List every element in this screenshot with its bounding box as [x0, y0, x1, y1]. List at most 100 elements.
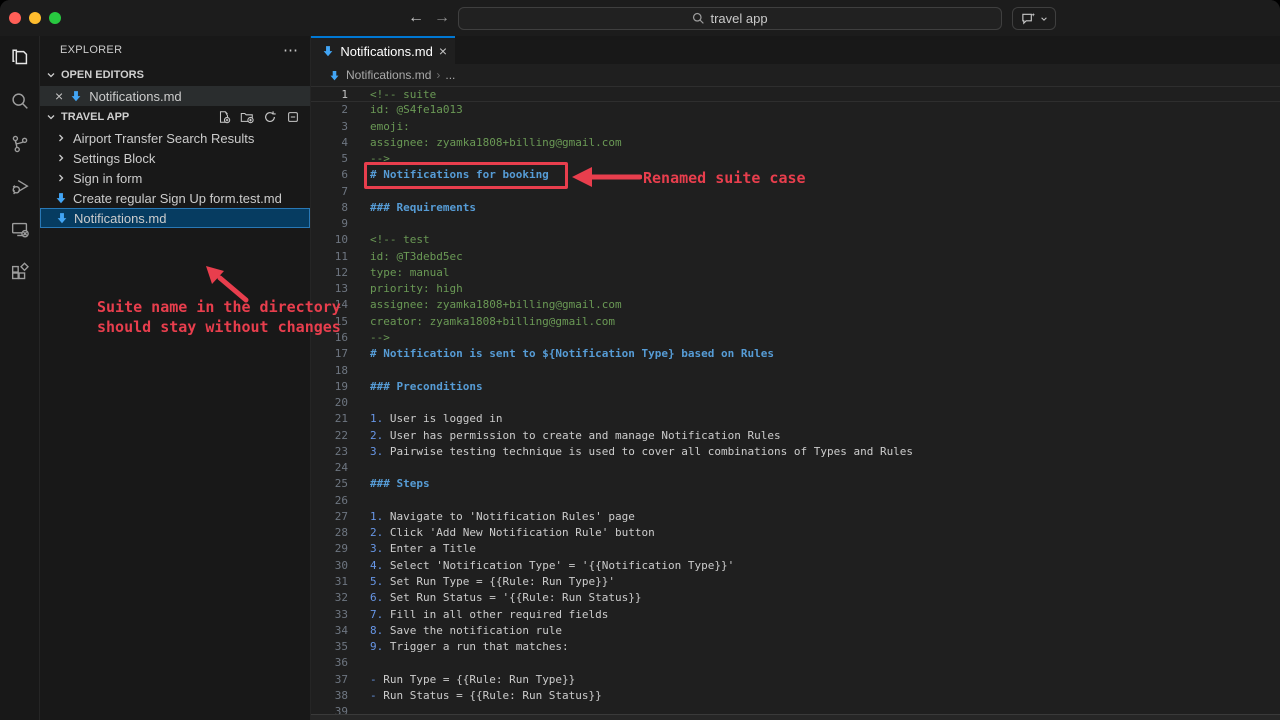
code-line-25[interactable]: 25### Steps	[311, 476, 1280, 492]
code-line-24[interactable]: 24	[311, 460, 1280, 476]
code-line-27[interactable]: 271. Navigate to 'Notification Rules' pa…	[311, 509, 1280, 525]
code-line-text: <!-- test	[370, 232, 430, 248]
code-line-23[interactable]: 233. Pairwise testing technique is used …	[311, 444, 1280, 460]
code-line-16[interactable]: 16-->	[311, 330, 1280, 346]
code-line-38[interactable]: 38- Run Status = {{Rule: Run Status}}	[311, 688, 1280, 704]
tree-item-label: Notifications.md	[74, 211, 166, 226]
run-debug-icon[interactable]	[8, 175, 32, 199]
code-line-31[interactable]: 315. Set Run Type = {{Rule: Run Type}}'	[311, 574, 1280, 590]
code-line-22[interactable]: 222. User has permission to create and m…	[311, 428, 1280, 444]
chevron-right-icon	[54, 151, 68, 165]
search-sidebar-icon[interactable]	[8, 89, 32, 113]
code-line-11[interactable]: 11 id: @T3debd5ec	[311, 249, 1280, 265]
line-number: 11	[311, 249, 348, 265]
code-line-17[interactable]: 17# Notification is sent to ${Notificati…	[311, 346, 1280, 362]
remote-explorer-icon[interactable]	[8, 218, 32, 242]
code-line-text: emoji:	[370, 119, 410, 135]
close-editor-icon[interactable]: ×	[55, 89, 63, 103]
tree-file-notifications-md[interactable]: Notifications.md	[40, 208, 310, 228]
open-editor-item-notifications[interactable]: × Notifications.md	[40, 86, 310, 106]
code-line-text: id: @T3debd5ec	[370, 249, 463, 265]
editor-bottom-edge	[311, 714, 1280, 720]
line-number: 30	[311, 558, 348, 574]
extensions-icon[interactable]	[8, 261, 32, 285]
code-line-4[interactable]: 4assignee: zyamka1808+billing@gmail.com	[311, 135, 1280, 151]
code-line-30[interactable]: 304. Select 'Notification Type' = '{{Not…	[311, 558, 1280, 574]
code-line-text: 9. Trigger a run that matches:	[370, 639, 569, 655]
code-line-text: assignee: zyamka1808+billing@gmail.com	[370, 297, 622, 313]
line-number: 31	[311, 574, 348, 590]
code-line-text: 8. Save the notification rule	[370, 623, 562, 639]
command-center-search[interactable]: travel app	[458, 7, 1002, 30]
code-line-2[interactable]: 2id: @S4fe1a013	[311, 102, 1280, 118]
line-number: 18	[311, 363, 348, 379]
tab-notifications-md[interactable]: Notifications.md ×	[311, 36, 455, 64]
code-line-29[interactable]: 293. Enter a Title	[311, 541, 1280, 557]
new-file-icon[interactable]	[217, 110, 231, 124]
code-line-9[interactable]: 9	[311, 216, 1280, 232]
search-value: travel app	[710, 11, 767, 26]
line-number: 27	[311, 509, 348, 525]
refresh-icon[interactable]	[263, 110, 277, 124]
tree-folder-airport-transfer-search-results[interactable]: Airport Transfer Search Results	[40, 128, 310, 148]
source-control-icon[interactable]	[8, 132, 32, 156]
open-editors-section-header[interactable]: OPEN EDITORS	[40, 64, 310, 86]
line-number: 33	[311, 607, 348, 623]
code-line-text: 6. Set Run Status = '{{Rule: Run Status}…	[370, 590, 642, 606]
markdown-file-icon	[55, 211, 69, 225]
markdown-file-icon	[327, 68, 341, 82]
title-bar: ← → travel app	[0, 0, 1280, 36]
code-line-text: ### Steps	[370, 476, 430, 492]
line-number: 5	[311, 151, 348, 167]
tree-item-label: Create regular Sign Up form.test.md	[73, 191, 282, 206]
code-line-35[interactable]: 359. Trigger a run that matches:	[311, 639, 1280, 655]
line-number: 34	[311, 623, 348, 639]
more-actions-icon[interactable]: ⋯	[283, 41, 298, 59]
code-line-19[interactable]: 19### Preconditions	[311, 379, 1280, 395]
close-tab-icon[interactable]: ×	[439, 44, 447, 58]
code-line-34[interactable]: 34 8. Save the notification rule	[311, 623, 1280, 639]
code-line-10[interactable]: 10<!-- test	[311, 232, 1280, 248]
code-line-21[interactable]: 211. User is logged in	[311, 411, 1280, 427]
collapse-all-icon[interactable]	[286, 110, 300, 124]
code-line-text: type: manual	[370, 265, 449, 281]
code-line-32[interactable]: 326. Set Run Status = '{{Rule: Run Statu…	[311, 590, 1280, 606]
code-line-13[interactable]: 13priority: high	[311, 281, 1280, 297]
code-line-37[interactable]: 37- Run Type = {{Rule: Run Type}}	[311, 672, 1280, 688]
code-line-36[interactable]: 36	[311, 655, 1280, 671]
back-arrow-icon[interactable]: ←	[408, 6, 424, 30]
breadcrumb-more[interactable]: ...	[445, 68, 455, 82]
code-line-28[interactable]: 282. Click 'Add New Notification Rule' b…	[311, 525, 1280, 541]
code-line-text: id: @S4fe1a013	[370, 102, 463, 118]
code-line-15[interactable]: 15creator: zyamka1808+billing@gmail.com	[311, 314, 1280, 330]
explorer-icon[interactable]	[8, 46, 32, 70]
annotation-arrow-to-heading	[570, 164, 642, 190]
code-line-12[interactable]: 12type: manual	[311, 265, 1280, 281]
tree-folder-sign-in-form[interactable]: Sign in form	[40, 168, 310, 188]
workspace-section-header[interactable]: TRAVEL APP	[40, 106, 310, 128]
code-line-14[interactable]: 14assignee: zyamka1808+billing@gmail.com	[311, 297, 1280, 313]
line-number: 6	[311, 167, 348, 183]
copilot-chat-button[interactable]	[1012, 7, 1056, 30]
close-window-button[interactable]	[9, 12, 21, 24]
code-line-1[interactable]: 1<!-- suite	[311, 86, 1280, 102]
line-number: 7	[311, 184, 348, 200]
line-number: 26	[311, 493, 348, 509]
tree-folder-settings-block[interactable]: Settings Block	[40, 148, 310, 168]
breadcrumb-file[interactable]: Notifications.md	[346, 68, 431, 82]
code-line-text: <!-- suite	[370, 87, 436, 101]
new-folder-icon[interactable]	[240, 110, 254, 124]
code-line-3[interactable]: 3emoji:	[311, 119, 1280, 135]
code-line-18[interactable]: 18	[311, 363, 1280, 379]
code-line-26[interactable]: 26	[311, 493, 1280, 509]
chevron-down-icon	[1040, 15, 1048, 23]
code-line-33[interactable]: 33 7. Fill in all other required fields	[311, 607, 1280, 623]
code-line-text: 7. Fill in all other required fields	[370, 607, 608, 623]
forward-arrow-icon[interactable]: →	[434, 6, 450, 30]
code-line-8[interactable]: 8### Requirements	[311, 200, 1280, 216]
tree-file-create-regular-sign-up-form-test-md[interactable]: Create regular Sign Up form.test.md	[40, 188, 310, 208]
zoom-window-button[interactable]	[49, 12, 61, 24]
explorer-sidebar: EXPLORER ⋯ OPEN EDITORS × Notifications.…	[40, 36, 311, 720]
code-line-20[interactable]: 20	[311, 395, 1280, 411]
minimize-window-button[interactable]	[29, 12, 41, 24]
